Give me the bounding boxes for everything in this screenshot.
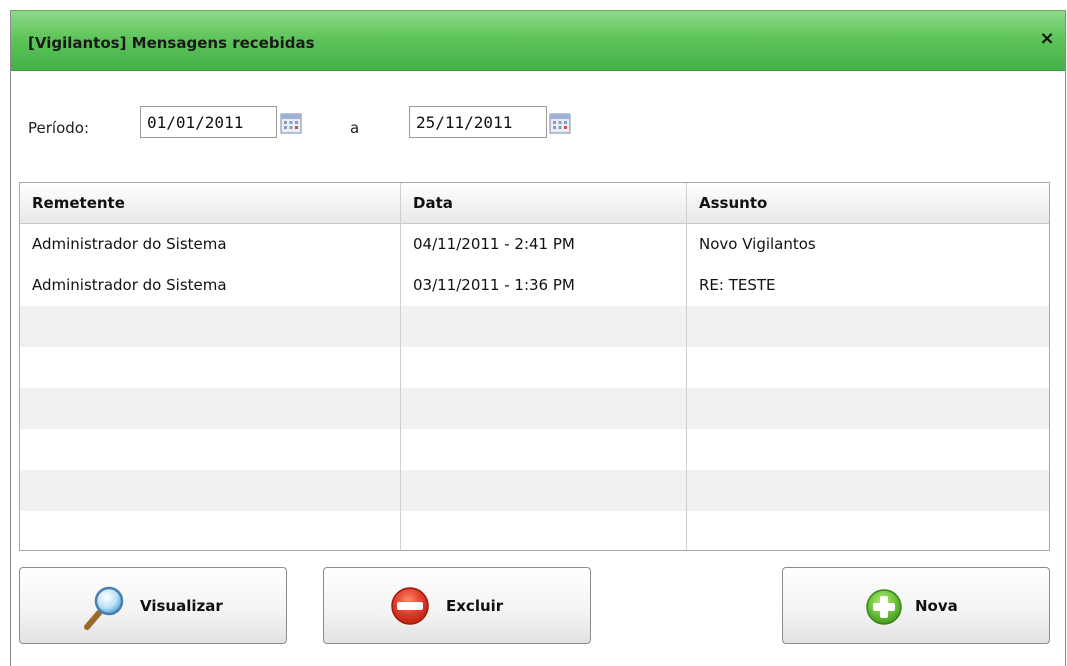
delete-button[interactable]: Excluir: [323, 567, 591, 644]
minus-circle-icon: [391, 587, 429, 625]
table-row[interactable]: Administrador do Sistema 04/11/2011 - 2:…: [20, 224, 1049, 265]
view-button[interactable]: Visualizar: [19, 567, 287, 644]
window-title: [Vigilantos] Mensagens recebidas: [28, 34, 315, 52]
grid-header: Remetente Data Assunto: [20, 183, 1049, 224]
delete-button-label: Excluir: [446, 597, 504, 615]
column-header-date[interactable]: Data: [401, 183, 687, 223]
cell-subject: Novo Vigilantos: [699, 235, 816, 253]
column-divider: [686, 183, 687, 550]
period-label: Período:: [28, 119, 90, 137]
cell-sender: Administrador do Sistema: [32, 276, 227, 294]
date-from-input[interactable]: [140, 106, 277, 138]
cell-date: 03/11/2011 - 1:36 PM: [413, 276, 575, 294]
column-divider: [400, 183, 401, 550]
plus-circle-icon: [866, 589, 902, 625]
messages-grid: Remetente Data Assunto Administrador do …: [19, 182, 1050, 551]
calendar-icon[interactable]: [280, 112, 302, 134]
cell-sender: Administrador do Sistema: [32, 235, 227, 253]
view-button-label: Visualizar: [140, 597, 223, 615]
magnifier-icon: [84, 586, 124, 630]
date-to-input[interactable]: [409, 106, 547, 138]
empty-row: [20, 347, 1049, 388]
empty-row: [20, 511, 1049, 550]
empty-row: [20, 388, 1049, 429]
new-button[interactable]: Nova: [782, 567, 1050, 644]
new-button-label: Nova: [915, 597, 958, 615]
cell-subject: RE: TESTE: [699, 276, 776, 294]
column-header-sender[interactable]: Remetente: [20, 183, 401, 223]
calendar-icon[interactable]: [549, 112, 571, 134]
cell-date: 04/11/2011 - 2:41 PM: [413, 235, 575, 253]
table-row[interactable]: Administrador do Sistema 03/11/2011 - 1:…: [20, 265, 1049, 306]
column-header-subject[interactable]: Assunto: [687, 183, 1049, 223]
empty-row: [20, 470, 1049, 511]
title-bar[interactable]: [Vigilantos] Mensagens recebidas ×: [11, 11, 1065, 71]
empty-row: [20, 306, 1049, 347]
period-separator: a: [350, 119, 360, 137]
close-icon[interactable]: ×: [1037, 29, 1057, 49]
empty-row: [20, 429, 1049, 470]
